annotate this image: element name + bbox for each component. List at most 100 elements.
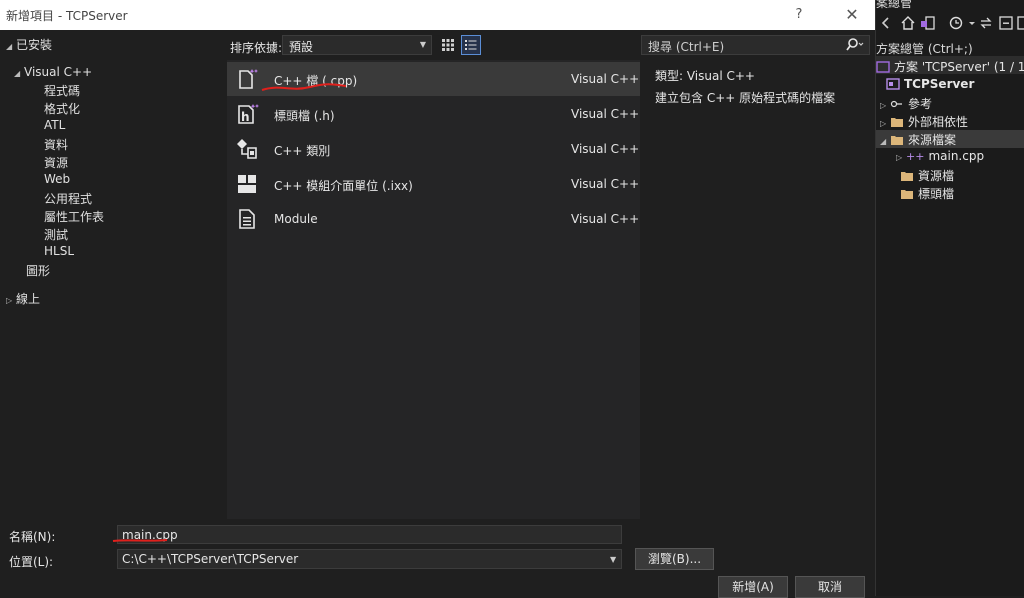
main-cpp-label: main.cpp <box>928 149 985 163</box>
close-button[interactable]: ✕ <box>840 4 864 26</box>
dialog-title: 新增項目 - TCPServer <box>6 9 128 23</box>
solution-icon <box>876 61 890 73</box>
main-cpp-item[interactable]: ▷ ++ main.cpp <box>896 149 984 163</box>
template-language: Visual C++ <box>571 212 640 226</box>
tree-label: 已安裝 <box>16 38 53 52</box>
add-button[interactable]: 新增(A) <box>718 576 788 598</box>
tree-item-data[interactable]: 資料 <box>44 136 68 153</box>
tree-item-resource[interactable]: 資源 <box>44 154 68 171</box>
tree-item-visual-cpp[interactable]: ◢ Visual C++ <box>14 65 92 79</box>
collapsed-triangle-icon: ▷ <box>6 296 13 305</box>
browse-button[interactable]: 瀏覽(B)... <box>635 548 714 570</box>
solution-row[interactable]: 方案 'TCPServer' (1 / 1 個專 <box>876 56 1024 74</box>
history-icon[interactable] <box>948 15 964 31</box>
resource-files-item[interactable]: 資源檔 <box>900 167 954 184</box>
dropdown-arrow-icon: ▼ <box>419 40 426 49</box>
svg-text:h: h <box>241 110 250 124</box>
references-label: 參考 <box>908 97 933 111</box>
template-language: Visual C++ <box>571 107 640 121</box>
cpp-file-icon: ++ <box>906 150 925 163</box>
tree-item-online[interactable]: ▷ 線上 <box>6 290 40 307</box>
sync-icon[interactable] <box>978 15 994 31</box>
name-input[interactable]: main.cpp <box>117 525 622 544</box>
solution-explorer-title: 案總管 <box>876 0 913 10</box>
folder-icon <box>901 190 913 199</box>
tree-item-formatting[interactable]: 格式化 <box>44 100 80 117</box>
sort-label: 排序依據: <box>230 41 283 55</box>
project-label: TCPServer <box>904 77 975 91</box>
home-icon[interactable] <box>900 15 916 31</box>
template-language: Visual C++ <box>571 177 640 191</box>
header-files-item[interactable]: 標頭檔 <box>900 185 954 202</box>
project-icon <box>886 78 900 90</box>
collapsed-triangle-icon: ▷ <box>880 119 887 128</box>
sort-value: 預設 <box>289 40 314 54</box>
solution-row-content: 方案 'TCPServer' (1 / 1 個專 <box>876 58 1024 75</box>
tree-item-hlsl[interactable]: HLSL <box>44 244 74 258</box>
back-icon[interactable] <box>878 15 894 31</box>
expanded-triangle-icon: ◢ <box>880 137 887 146</box>
template-list: C++ 檔 (.cpp) Visual C++ h 標頭檔 (.h) Visua… <box>227 60 640 519</box>
folder-icon <box>901 172 913 181</box>
switch-views-icon[interactable] <box>920 15 936 31</box>
template-row-module-interface[interactable]: C++ 模組介面單位 (.ixx) Visual C++ <box>227 167 640 201</box>
external-deps-label: 外部相依性 <box>908 115 969 129</box>
template-row-cpp-class[interactable]: C++ 類別 Visual C++ <box>227 132 640 166</box>
list-view-button[interactable] <box>461 35 481 55</box>
expanded-triangle-icon: ◢ <box>6 42 13 51</box>
search-icon <box>846 38 864 51</box>
template-name: 標頭檔 (.h) <box>274 109 335 123</box>
dialog-titlebar: 新增項目 - TCPServer ? ✕ <box>0 0 875 30</box>
grid-view-icon <box>442 39 454 51</box>
show-all-files-icon[interactable] <box>1016 15 1024 31</box>
help-button[interactable]: ? <box>788 4 810 26</box>
tree-item-installed[interactable]: ◢ 已安裝 <box>6 36 52 53</box>
solution-explorer-toolbar <box>876 12 1024 36</box>
template-name: Module <box>274 212 318 226</box>
folder-icon <box>891 136 903 145</box>
template-name: C++ 模組介面單位 (.ixx) <box>274 179 413 193</box>
template-row-cpp-file[interactable]: C++ 檔 (.cpp) Visual C++ <box>227 62 640 96</box>
tree-label: 線上 <box>16 292 41 306</box>
solution-search-placeholder: 方案總管 (Ctrl+;) <box>876 42 973 56</box>
template-language: Visual C++ <box>571 142 640 156</box>
solution-label: 方案 'TCPServer' (1 / 1 個專 <box>894 60 1024 74</box>
tree-item-code[interactable]: 程式碼 <box>44 82 80 99</box>
tree-item-web[interactable]: Web <box>44 172 70 186</box>
template-row-module[interactable]: Module Visual C++ <box>227 202 640 236</box>
resource-files-label: 資源檔 <box>918 169 955 183</box>
source-files-content: ◢ 來源檔案 <box>880 131 956 148</box>
location-combobox[interactable]: C:\C++\TCPServer\TCPServer <box>117 549 622 569</box>
module-icon <box>239 209 255 229</box>
tree-item-atl[interactable]: ATL <box>44 118 65 132</box>
header-file-icon: h <box>238 104 259 124</box>
cancel-button[interactable]: 取消 <box>795 576 865 598</box>
template-search-input[interactable]: 搜尋 (Ctrl+E) <box>641 35 870 55</box>
grid-view-button[interactable] <box>438 35 458 55</box>
references-item[interactable]: ▷ 參考 <box>880 95 932 112</box>
detail-type: 類型: Visual C++ <box>655 69 755 83</box>
collapsed-triangle-icon: ▷ <box>896 153 903 162</box>
tree-item-test[interactable]: 測試 <box>44 226 68 243</box>
external-deps-item[interactable]: ▷ 外部相依性 <box>880 113 968 130</box>
source-files-item[interactable]: ◢ 來源檔案 <box>876 130 1024 148</box>
references-icon <box>890 100 902 108</box>
module-interface-icon <box>238 175 256 193</box>
tree-item-utility[interactable]: 公用程式 <box>44 190 92 207</box>
list-view-icon <box>465 40 477 50</box>
collapse-all-icon[interactable] <box>998 15 1014 31</box>
detail-description: 建立包含 C++ 原始程式碼的檔案 <box>655 91 836 105</box>
template-name: C++ 類別 <box>274 144 331 158</box>
template-name: C++ 檔 (.cpp) <box>274 74 358 88</box>
cpp-file-icon <box>239 69 258 89</box>
project-item[interactable]: TCPServer <box>886 77 974 91</box>
tree-item-graphics[interactable]: 圖形 <box>26 262 50 279</box>
template-row-header-file[interactable]: h 標頭檔 (.h) Visual C++ <box>227 97 640 131</box>
dropdown-arrow-icon[interactable]: ▼ <box>610 555 616 564</box>
sort-select[interactable]: 預設 ▼ <box>282 35 432 55</box>
tree-label: Visual C++ <box>24 65 93 79</box>
search-placeholder: 搜尋 (Ctrl+E) <box>648 40 725 54</box>
source-files-label: 來源檔案 <box>908 133 957 147</box>
solution-explorer-search[interactable]: 方案總管 (Ctrl+;) <box>876 38 1024 56</box>
tree-item-property-sheet[interactable]: 屬性工作表 <box>44 208 104 225</box>
